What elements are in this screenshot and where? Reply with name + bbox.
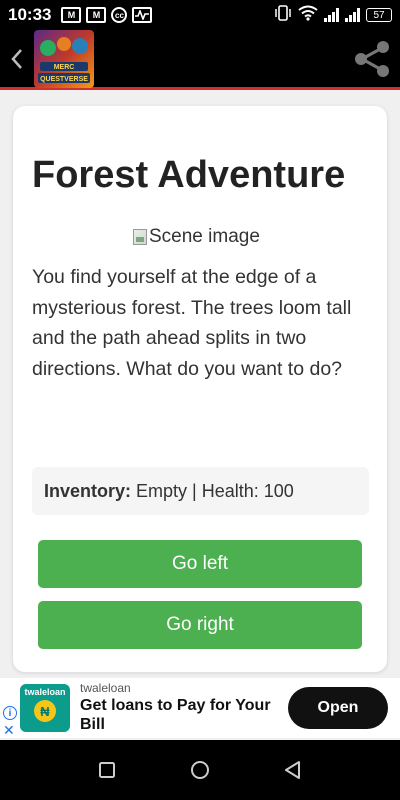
signal-icon [345, 8, 360, 22]
inventory-label: Inventory: [44, 480, 132, 501]
go-right-button[interactable]: Go right [38, 601, 362, 649]
scene-title: Forest Adventure [32, 154, 346, 196]
status-bar: 10:33 M M cc 57 [0, 0, 400, 30]
battery-icon: 57 [366, 8, 392, 22]
go-left-button[interactable]: Go left [38, 540, 362, 588]
mail-icon: M [86, 7, 107, 23]
scene-image-alt-text: Scene image [149, 226, 260, 247]
inventory-health-value: Empty | Health: 100 [136, 480, 294, 501]
home-icon [190, 761, 209, 779]
share-icon [355, 40, 389, 77]
ad-close-icon[interactable]: ✕ [3, 722, 15, 739]
notification-icons: M M cc [61, 7, 153, 23]
status-time: 10:33 [8, 5, 52, 24]
wifi-icon [298, 5, 318, 26]
signal-icon [324, 8, 339, 22]
activity-icon [132, 7, 153, 23]
ad-banner[interactable]: i ✕ twaleloan ₦ twaleloan Get loans to P… [0, 678, 400, 738]
ad-info-icon[interactable]: i [3, 706, 17, 720]
back-nav-button[interactable] [273, 750, 313, 790]
chevron-left-icon [11, 48, 22, 69]
system-nav-bar [0, 740, 400, 800]
recents-button[interactable] [87, 750, 127, 790]
player-stats: Inventory: Empty | Health: 100 [32, 467, 369, 515]
recents-icon [98, 762, 115, 778]
cc-icon: cc [111, 7, 128, 23]
system-icons: 57 [274, 4, 392, 26]
app-header: MERC QUESTVERSE [0, 29, 400, 90]
scene-card: Forest Adventure Scene image You find yo… [13, 106, 387, 672]
svg-text:QUESTVERSE: QUESTVERSE [40, 76, 88, 83]
svg-text:MERC: MERC [54, 64, 75, 71]
naira-coin-icon: ₦ [34, 700, 56, 722]
ad-logo[interactable]: twaleloan ₦ [20, 684, 70, 732]
share-button[interactable] [344, 29, 400, 89]
app-logo: MERC QUESTVERSE [34, 29, 94, 88]
story-text: You find yourself at the edge of a myste… [32, 266, 352, 380]
back-triangle-icon [285, 761, 301, 779]
ad-open-button[interactable]: Open [288, 687, 388, 729]
mail-icon: M [61, 7, 82, 23]
vibrate-icon [274, 4, 292, 26]
back-button[interactable] [0, 29, 34, 89]
ad-logo-text: twaleloan [24, 687, 66, 697]
ad-headline[interactable]: Get loans to Pay for Your Bill [80, 696, 285, 734]
scene-image: Scene image [133, 226, 260, 248]
ad-brand: twaleloan [80, 681, 131, 695]
broken-image-icon [133, 229, 147, 245]
home-button[interactable] [180, 750, 220, 790]
